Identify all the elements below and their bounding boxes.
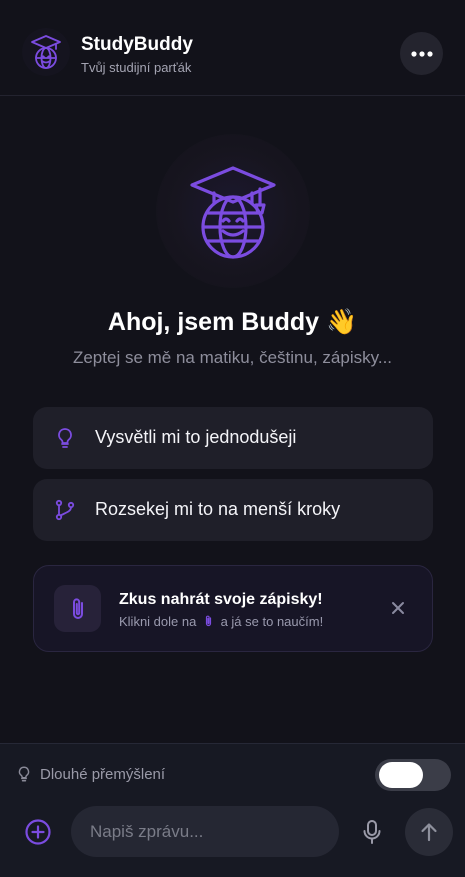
app-logo (22, 28, 70, 76)
long-thinking-toggle[interactable] (375, 759, 451, 791)
suggestion-steps[interactable]: Rozsekej mi to na menší kroky (33, 479, 433, 541)
lightbulb-icon (18, 766, 30, 782)
arrow-up-icon (421, 823, 437, 842)
graduation-globe-icon (31, 35, 61, 69)
tip-title: Zkus nahrát svoje zápisky! (119, 591, 323, 608)
long-thinking-label: Dlouhé přemýšlení (40, 766, 166, 783)
greeting-title: Ahoj, jsem Buddy 👋 (107, 308, 358, 336)
more-dots-icon (410, 50, 433, 57)
hero-mascot (156, 134, 310, 288)
send-button[interactable] (405, 808, 453, 856)
app-subtitle: Tvůj studijní parťák (81, 60, 192, 75)
upload-notes-tip: Zkus nahrát svoje zápisky! Klikni dole n… (33, 565, 433, 652)
paperclip-icon (72, 597, 83, 619)
lightbulb-icon (58, 428, 72, 448)
suggestion-simplify[interactable]: Vysvětli mi to jednodušeji (33, 407, 433, 469)
close-icon[interactable] (389, 599, 407, 617)
tip-text-after: a já se to naučím! (220, 614, 324, 629)
plus-circle-icon[interactable] (24, 818, 52, 846)
more-options-button[interactable] (400, 32, 443, 75)
suggestion-label: Vysvětli mi to jednodušeji (95, 427, 297, 447)
microphone-icon[interactable] (360, 819, 384, 845)
suggestion-label: Rozsekej mi to na menší kroky (95, 499, 341, 519)
branch-icon (55, 499, 75, 521)
toggle-knob (379, 762, 423, 788)
message-input[interactable] (71, 806, 339, 857)
tip-text: Klikni dole na a já se to naučím! (119, 614, 323, 631)
inline-paperclip-icon (203, 614, 214, 631)
app-title: StudyBuddy (81, 34, 193, 55)
greeting-subtitle: Zeptej se mě na matiku, češtinu, zápisky… (72, 348, 393, 367)
smiling-globe-graduation-cap-icon (190, 166, 276, 259)
tip-text-before: Klikni dole na (119, 614, 197, 629)
app-header: StudyBuddy Tvůj studijní parťák (0, 0, 465, 96)
tip-icon-box (54, 585, 101, 632)
